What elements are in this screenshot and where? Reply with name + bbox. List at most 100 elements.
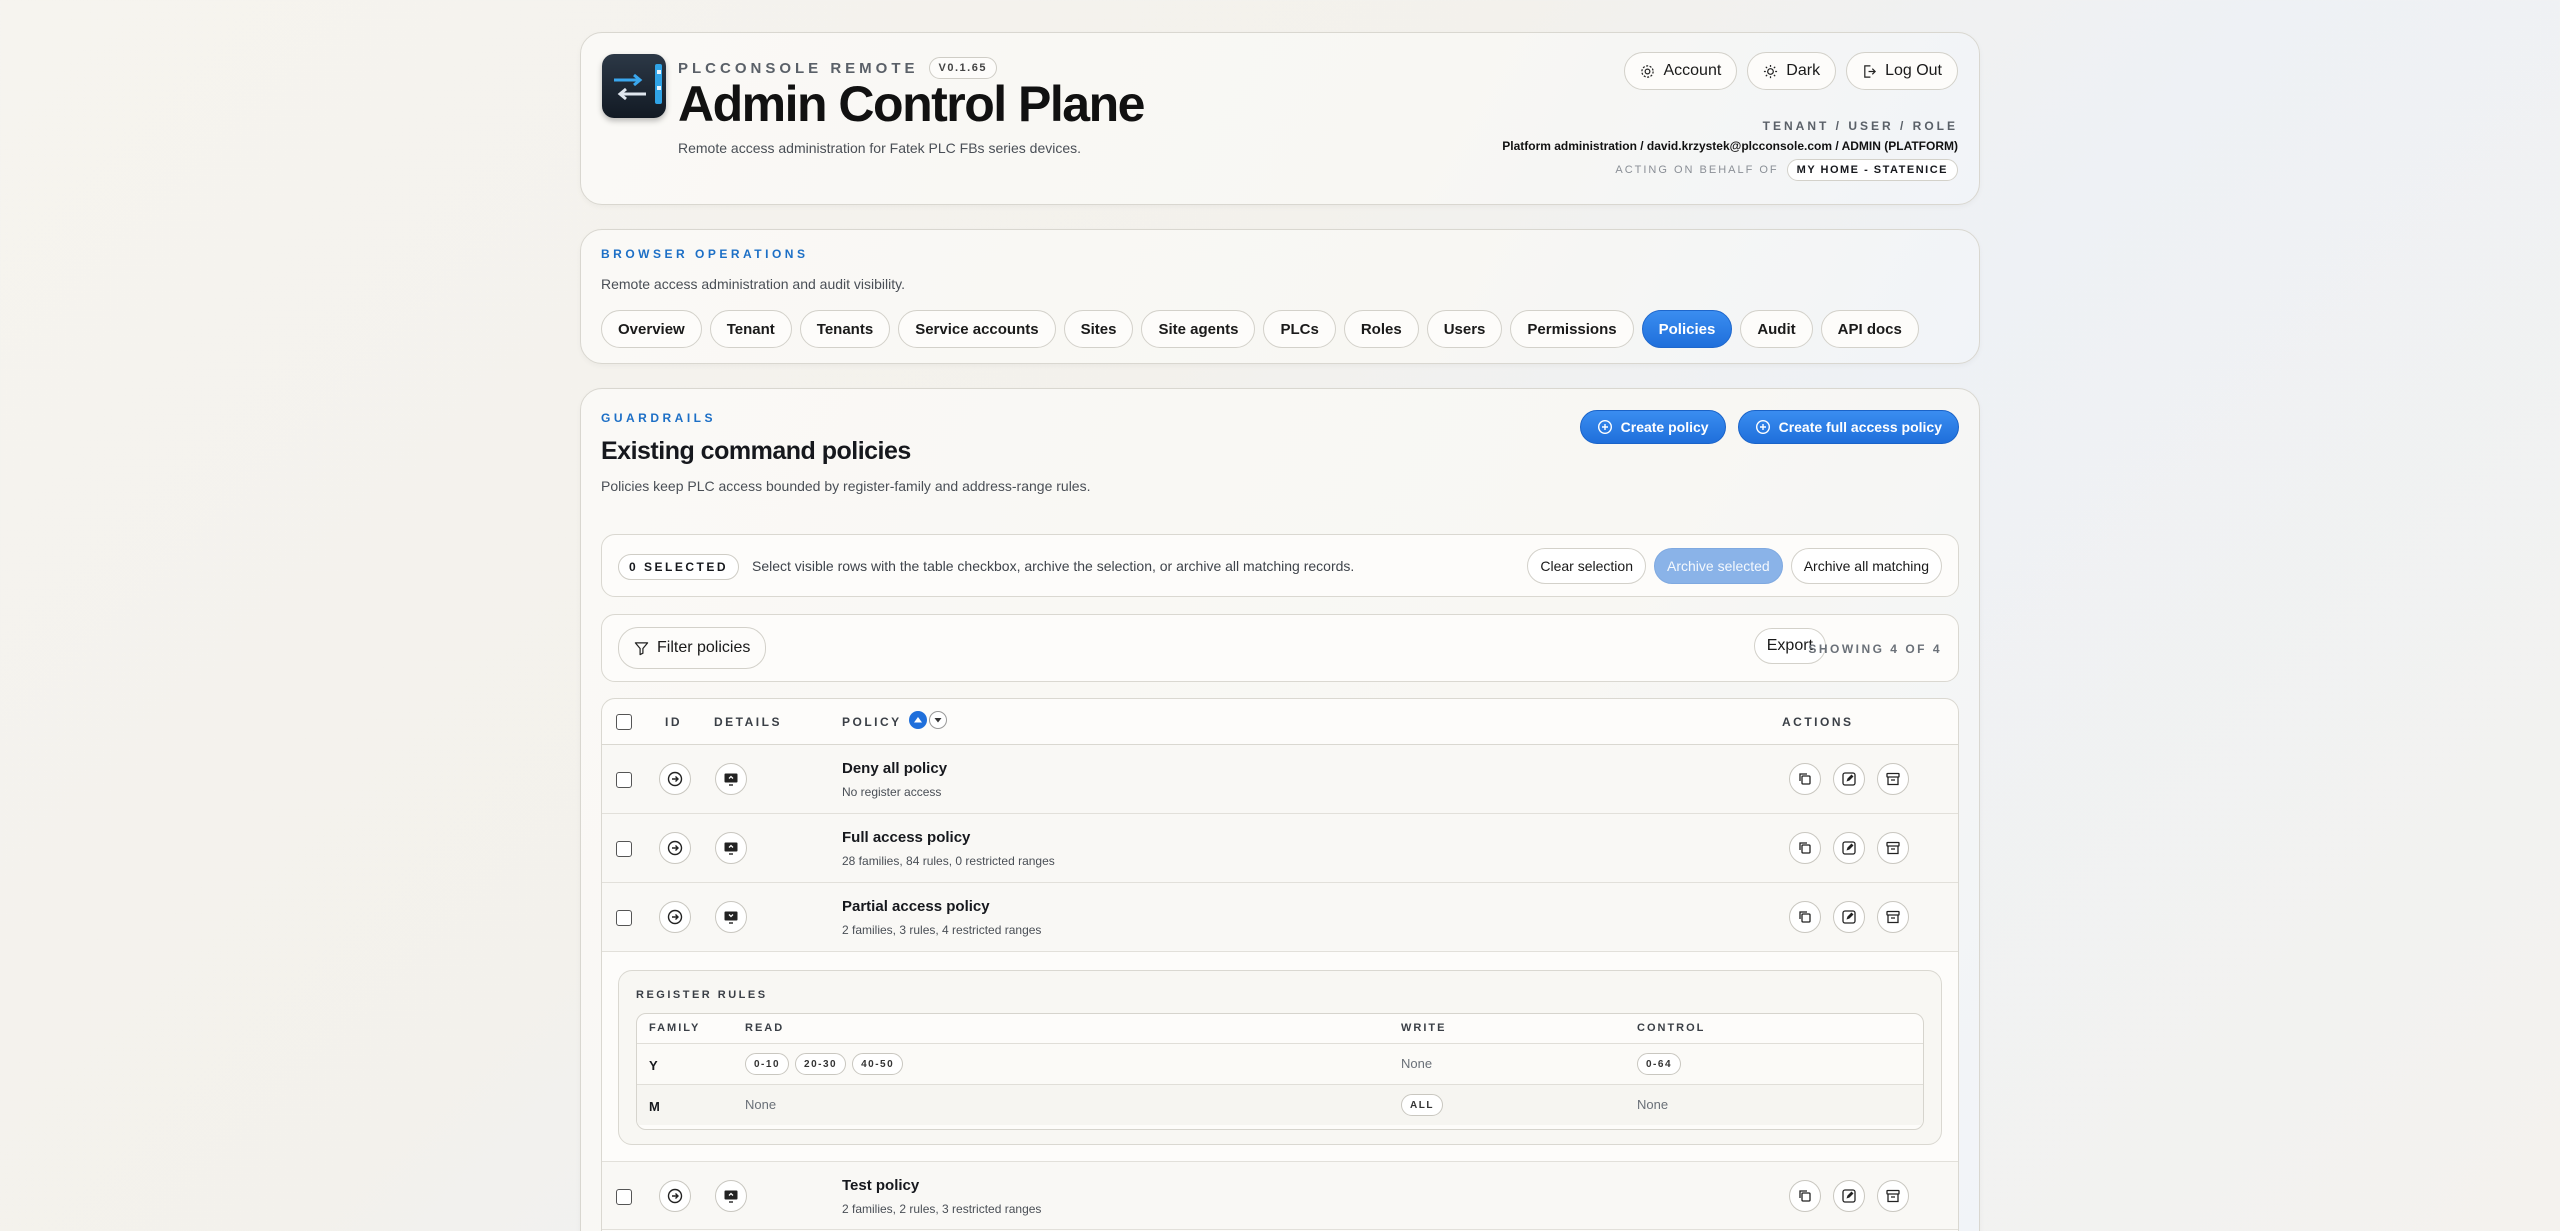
rr-column-family: FAMILY: [649, 1022, 701, 1034]
tab-users[interactable]: Users: [1426, 310, 1503, 348]
context-value: Platform administration / david.krzystek…: [1502, 139, 1958, 153]
tab-service-accounts[interactable]: Service accounts: [898, 310, 1056, 348]
policy-summary: 2 families, 3 rules, 4 restricted ranges: [842, 923, 1042, 937]
browser-operations-card: BROWSER OPERATIONS Remote access adminis…: [580, 229, 1980, 364]
filter-icon: [634, 641, 649, 655]
edit-button[interactable]: [1833, 1180, 1865, 1212]
guardrails-eyebrow: GUARDRAILS: [601, 411, 716, 425]
details-toggle-button[interactable]: [715, 763, 747, 795]
tab-tenants[interactable]: Tenants: [799, 310, 891, 348]
ops-eyebrow: BROWSER OPERATIONS: [601, 247, 809, 261]
theme-label: Dark: [1786, 62, 1821, 79]
tab-overview[interactable]: Overview: [601, 310, 702, 348]
tab-tenant[interactable]: Tenant: [709, 310, 792, 348]
row-checkbox[interactable]: [616, 772, 632, 788]
archive-icon: [1886, 841, 1900, 855]
range-chip: 0-10: [745, 1053, 790, 1075]
brand-name: PLCCONSOLE REMOTE: [678, 59, 919, 77]
ops-description: Remote access administration and audit v…: [601, 276, 905, 292]
select-all-checkbox[interactable]: [616, 714, 632, 730]
archive-button[interactable]: [1877, 1180, 1909, 1212]
duplicate-button[interactable]: [1789, 763, 1821, 795]
archive-icon: [1886, 772, 1900, 786]
page-title: Admin Control Plane: [678, 76, 1145, 132]
clear-selection-button[interactable]: Clear selection: [1527, 548, 1646, 584]
tab-permissions[interactable]: Permissions: [1510, 310, 1634, 348]
edit-icon: [1842, 772, 1856, 786]
open-policy-button[interactable]: [659, 763, 691, 795]
edit-button[interactable]: [1833, 832, 1865, 864]
archive-button[interactable]: [1877, 763, 1909, 795]
tab-plcs[interactable]: PLCs: [1263, 310, 1336, 348]
copy-icon: [1799, 1190, 1811, 1202]
archive-button[interactable]: [1877, 832, 1909, 864]
rr-column-control: CONTROL: [1637, 1022, 1706, 1034]
duplicate-button[interactable]: [1789, 901, 1821, 933]
register-rules-panel: REGISTER RULES FAMILY READ WRITE CONTROL…: [618, 970, 1942, 1145]
copy-icon: [1799, 911, 1811, 923]
table-row: Full access policy 28 families, 84 rules…: [602, 814, 1958, 883]
rule-family: Y: [649, 1058, 658, 1073]
edit-icon: [1842, 841, 1856, 855]
logout-label: Log Out: [1885, 62, 1942, 79]
archive-icon: [1886, 910, 1900, 924]
details-toggle-button[interactable]: [715, 832, 747, 864]
duplicate-button[interactable]: [1789, 1180, 1821, 1212]
acting-label: ACTING ON BEHALF OF: [1615, 164, 1779, 176]
range-chip: 20-30: [795, 1053, 847, 1075]
row-checkbox[interactable]: [616, 1189, 632, 1205]
section-title: Existing command policies: [601, 437, 911, 465]
open-policy-button[interactable]: [659, 901, 691, 933]
rule-family: M: [649, 1099, 660, 1114]
edit-button[interactable]: [1833, 763, 1865, 795]
tab-audit[interactable]: Audit: [1740, 310, 1813, 348]
filter-policies-button[interactable]: Filter policies: [618, 627, 767, 669]
gear-icon: [1641, 64, 1655, 78]
sort-ascending-icon[interactable]: [909, 711, 927, 729]
filter-bar: Filter policies Export SHOWING 4 OF 4: [601, 614, 1959, 682]
selected-count-badge: 0 SELECTED: [618, 554, 740, 580]
edit-button[interactable]: [1833, 901, 1865, 933]
monitor-icon: [724, 1190, 738, 1203]
showing-count: SHOWING 4 OF 4: [1808, 642, 1942, 656]
policy-name: Deny all policy: [842, 760, 948, 777]
logout-button[interactable]: Log Out: [1846, 52, 1958, 90]
write-none: None: [1401, 1056, 1433, 1071]
details-toggle-button[interactable]: [715, 901, 747, 933]
open-policy-button[interactable]: [659, 1180, 691, 1212]
theme-toggle-button[interactable]: Dark: [1747, 52, 1837, 90]
policy-summary: 28 families, 84 rules, 0 restricted rang…: [842, 854, 1055, 868]
archive-button[interactable]: [1877, 901, 1909, 933]
row-checkbox[interactable]: [616, 841, 632, 857]
section-description: Policies keep PLC access bounded by regi…: [601, 478, 1091, 494]
archive-all-matching-button[interactable]: Archive all matching: [1790, 548, 1942, 584]
monitor-icon: [724, 842, 738, 855]
tab-roles[interactable]: Roles: [1343, 310, 1419, 348]
acting-tenant-badge[interactable]: MY HOME - STATENICE: [1786, 159, 1958, 181]
policy-name: Full access policy: [842, 829, 971, 846]
tab-api-docs[interactable]: API docs: [1820, 310, 1919, 348]
range-chip: 0-64: [1637, 1053, 1682, 1075]
archive-selected-button[interactable]: Archive selected: [1654, 548, 1783, 584]
account-button[interactable]: Account: [1624, 52, 1738, 90]
tab-site-agents[interactable]: Site agents: [1141, 310, 1256, 348]
edit-icon: [1842, 1189, 1856, 1203]
archive-icon: [1886, 1189, 1900, 1203]
arrow-right-circle-icon: [667, 1188, 683, 1204]
read-none: None: [745, 1097, 777, 1112]
guardrails-card: GUARDRAILS Existing command policies Pol…: [580, 388, 1980, 1231]
open-policy-button[interactable]: [659, 832, 691, 864]
create-full-access-policy-button[interactable]: Create full access policy: [1737, 410, 1959, 444]
arrow-right-circle-icon: [667, 909, 683, 925]
create-policy-button[interactable]: Create policy: [1579, 410, 1726, 444]
filter-policies-label: Filter policies: [657, 639, 751, 656]
tab-sites[interactable]: Sites: [1063, 310, 1134, 348]
header-card: PLCCONSOLE REMOTE V0.1.65 Admin Control …: [580, 32, 1980, 205]
row-checkbox[interactable]: [616, 910, 632, 926]
register-rule-row: Y 0-10 20-30 40-50 None 0-64: [637, 1043, 1923, 1084]
tab-policies[interactable]: Policies: [1641, 310, 1733, 348]
details-toggle-button[interactable]: [715, 1180, 747, 1212]
duplicate-button[interactable]: [1789, 832, 1821, 864]
sort-descending-icon[interactable]: [929, 711, 947, 729]
table-row: Test policy 2 families, 2 rules, 3 restr…: [602, 1161, 1958, 1230]
